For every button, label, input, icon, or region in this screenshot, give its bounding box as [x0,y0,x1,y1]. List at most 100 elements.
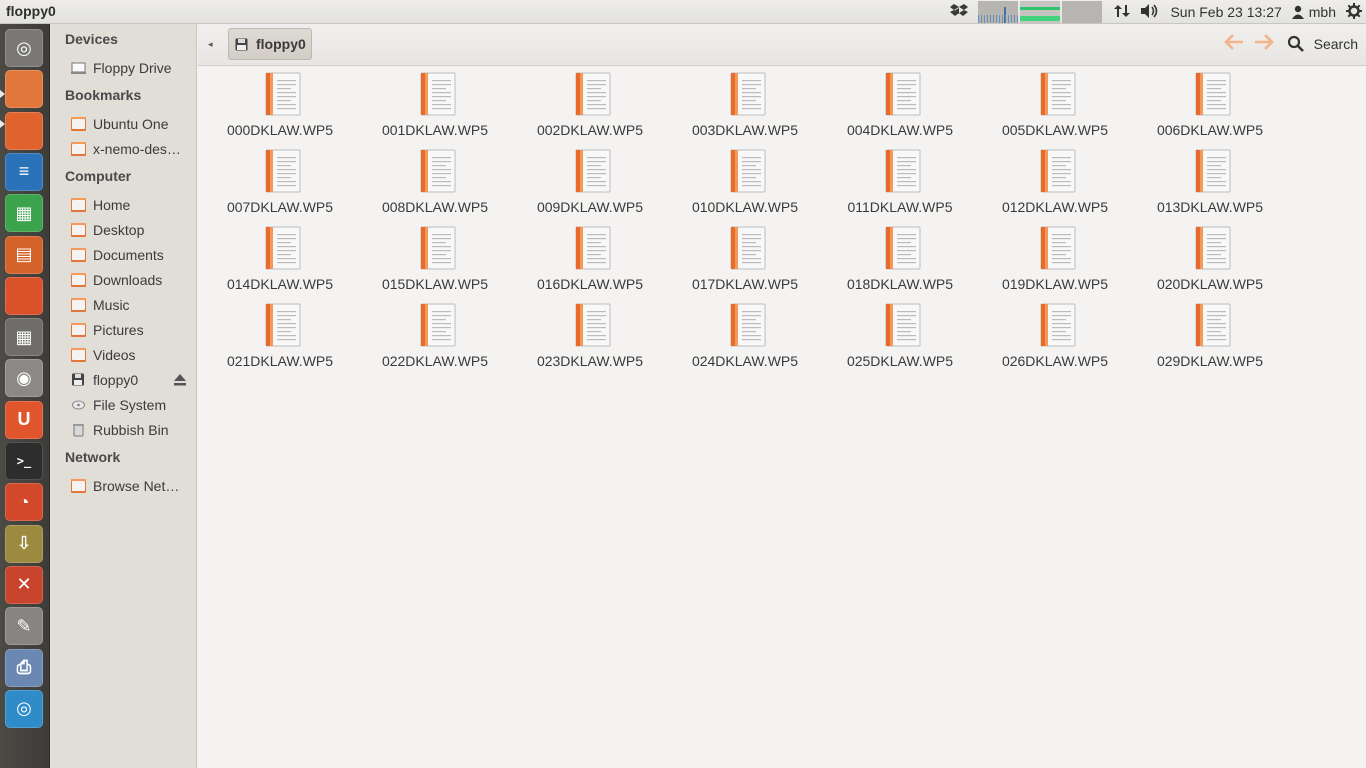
document-icon [1040,226,1076,270]
document-icon [265,72,301,116]
file-item[interactable]: 016DKLAW.WP5 [515,220,665,292]
file-item[interactable]: 004DKLAW.WP5 [825,66,975,138]
file-item[interactable]: 000DKLAW.WP5 [205,66,355,138]
chart-app-launcher-icon[interactable]: ◔ [5,483,43,522]
sidebar-item-desktop[interactable]: Desktop [71,219,195,241]
clock[interactable]: Sun Feb 23 13:27 [1170,4,1281,20]
sidebar-item-label: Music [93,297,130,313]
forward-arrow-icon[interactable] [1254,33,1274,56]
devices-heading: Devices [65,31,118,47]
file-item[interactable]: 029DKLAW.WP5 [1135,297,1285,369]
file-item[interactable]: 020DKLAW.WP5 [1135,220,1285,292]
sidebar-item-browse-network[interactable]: Browse Net… [71,475,195,497]
file-item[interactable]: 017DKLAW.WP5 [670,220,820,292]
ubuntu-one-launcher-icon[interactable]: U [5,400,43,439]
dash-home-launcher-icon[interactable]: ◎ [5,29,43,67]
file-item[interactable]: 018DKLAW.WP5 [825,220,975,292]
file-name: 005DKLAW.WP5 [1001,122,1109,138]
sidebar-item-videos[interactable]: Videos [71,344,195,366]
libreoffice-calc-launcher-icon[interactable]: ▦ [5,194,43,233]
cpu-graph-icon[interactable] [978,1,1019,23]
sidebar-item-pictures[interactable]: Pictures [71,319,195,341]
file-name: 002DKLAW.WP5 [536,122,644,138]
sidebar-item-ubuntu-one[interactable]: Ubuntu One [71,113,195,135]
file-item[interactable]: 008DKLAW.WP5 [360,143,510,215]
sidebar-item-floppy-drive[interactable]: Floppy Drive [71,57,195,79]
user-icon [1291,5,1304,19]
file-view[interactable]: 000DKLAW.WP5 001DKLAW.WP5 002DKLAW.WP5 003D… [198,66,1366,768]
document-icon [730,72,766,116]
file-item[interactable]: 026DKLAW.WP5 [980,297,1130,369]
file-item[interactable]: 002DKLAW.WP5 [515,66,665,138]
sidebar-item-file-system[interactable]: File System [71,394,195,416]
file-item[interactable]: 022DKLAW.WP5 [360,297,510,369]
file-name: 019DKLAW.WP5 [1001,276,1109,292]
document-icon [730,149,766,193]
archive-manager-launcher-icon[interactable]: ⇩ [5,524,43,563]
file-item[interactable]: 010DKLAW.WP5 [670,143,820,215]
sidebar-item-documents[interactable]: Documents [71,244,195,266]
breadcrumb-floppy0[interactable]: floppy0 [228,28,312,60]
network-graph-icon[interactable] [1062,1,1103,23]
document-icon [265,303,301,347]
dropbox-icon[interactable] [950,3,969,22]
document-icon [1195,303,1231,347]
search-button[interactable]: Search [1287,35,1358,52]
file-item[interactable]: 009DKLAW.WP5 [515,143,665,215]
memory-graph-icon[interactable] [1020,1,1061,23]
sidebar-item-x-nemo-desktop[interactable]: x-nemo-des… [71,138,195,160]
file-item[interactable]: 003DKLAW.WP5 [670,66,820,138]
user-menu[interactable]: mbh [1291,4,1336,20]
settings-tool-launcher-icon[interactable]: ✕ [5,565,43,604]
file-name: 003DKLAW.WP5 [691,122,799,138]
session-gear-icon[interactable] [1346,2,1362,22]
document-icon [265,226,301,270]
file-item[interactable]: 001DKLAW.WP5 [360,66,510,138]
sidebar-item-label: File System [93,397,167,413]
file-item[interactable]: 006DKLAW.WP5 [1135,66,1285,138]
document-icon [420,226,456,270]
file-item[interactable]: 019DKLAW.WP5 [980,220,1130,292]
firefox-launcher-icon[interactable] [5,111,43,150]
ubuntu-software-launcher-icon[interactable] [5,276,43,315]
document-icon [885,149,921,193]
breadcrumb-scroll-left-icon[interactable]: ◂ [208,39,213,50]
file-item[interactable]: 011DKLAW.WP5 [825,143,975,215]
file-item[interactable]: 014DKLAW.WP5 [205,220,355,292]
back-arrow-icon[interactable] [1224,33,1244,56]
dvd-drive-launcher-icon[interactable]: ◎ [5,689,43,728]
file-item[interactable]: 012DKLAW.WP5 [980,143,1130,215]
printer-launcher-icon[interactable]: ⎙ [5,648,43,687]
sidebar-item-music[interactable]: Music [71,294,195,316]
calculator-launcher-icon[interactable]: ▦ [5,318,43,357]
libreoffice-writer-launcher-icon[interactable]: ≡ [5,152,43,191]
system-settings-launcher-icon[interactable]: ✎ [5,607,43,646]
sidebar-item-rubbish-bin[interactable]: Rubbish Bin [71,419,195,441]
sidebar-item-downloads[interactable]: Downloads [71,269,195,291]
file-item[interactable]: 025DKLAW.WP5 [825,297,975,369]
sidebar-item-home[interactable]: Home [71,194,195,216]
sidebar-item-label: Home [93,197,131,213]
files-launcher-icon[interactable] [5,70,43,109]
network-updown-icon[interactable] [1114,3,1131,22]
libreoffice-impress-launcher-icon[interactable]: ▤ [5,235,43,274]
file-item[interactable]: 021DKLAW.WP5 [205,297,355,369]
document-icon [575,226,611,270]
sidebar-item-floppy0[interactable]: floppy0 [71,369,195,391]
file-item[interactable]: 024DKLAW.WP5 [670,297,820,369]
document-icon [1040,149,1076,193]
document-icon [885,303,921,347]
file-item[interactable]: 015DKLAW.WP5 [360,220,510,292]
terminal-launcher-icon[interactable]: >_ [5,442,43,480]
eject-icon[interactable] [173,373,187,387]
file-item[interactable]: 005DKLAW.WP5 [980,66,1130,138]
volume-icon[interactable] [1140,3,1160,22]
camera-launcher-icon[interactable]: ◉ [5,359,43,398]
file-name: 029DKLAW.WP5 [1156,353,1264,369]
file-item[interactable]: 013DKLAW.WP5 [1135,143,1285,215]
file-item[interactable]: 007DKLAW.WP5 [205,143,355,215]
computer-heading: Computer [65,168,132,184]
file-item[interactable]: 023DKLAW.WP5 [515,297,665,369]
drive-icon [71,62,86,74]
file-name: 001DKLAW.WP5 [381,122,489,138]
